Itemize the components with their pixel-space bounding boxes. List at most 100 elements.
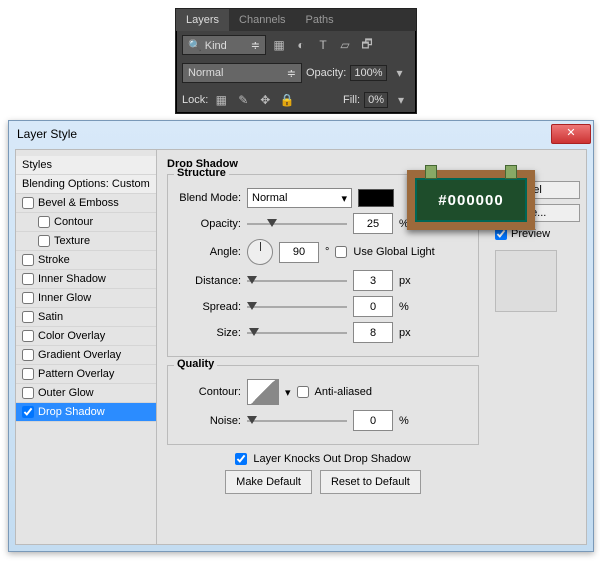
contour-field-label: Contour: <box>176 386 241 398</box>
preview-swatch <box>495 250 557 312</box>
global-light-checkbox[interactable] <box>335 246 347 258</box>
distance-number-input[interactable] <box>353 270 393 291</box>
opacity-field-label: Opacity: <box>176 218 241 230</box>
tab-paths[interactable]: Paths <box>296 9 344 31</box>
blend-mode-text: Normal <box>252 192 287 204</box>
close-button[interactable]: ✕ <box>551 124 591 144</box>
sidebar-item-inner-glow[interactable]: Inner Glow <box>16 289 156 308</box>
sidebar-item-texture[interactable]: Texture <box>16 232 156 251</box>
sidebar-item-pattern-overlay[interactable]: Pattern Overlay <box>16 365 156 384</box>
effect-checkbox[interactable] <box>22 330 34 342</box>
contour-dropdown-icon[interactable]: ▾ <box>285 386 291 399</box>
effect-checkbox[interactable] <box>22 197 34 209</box>
effects-sidebar: Styles Blending Options: Custom Bevel & … <box>16 150 157 544</box>
sidebar-item-contour[interactable]: Contour <box>16 213 156 232</box>
fill-input[interactable]: 0% <box>364 92 388 108</box>
effect-checkbox[interactable] <box>38 216 50 228</box>
opacity-label: Opacity: <box>306 67 346 79</box>
type-filter-icon[interactable]: T <box>314 36 332 54</box>
effect-label: Stroke <box>38 254 70 266</box>
opacity-number-input[interactable] <box>353 213 393 234</box>
make-default-button[interactable]: Make Default <box>225 470 312 494</box>
tab-layers[interactable]: Layers <box>176 9 229 31</box>
effect-checkbox[interactable] <box>22 349 34 361</box>
panel-tabs: Layers Channels Paths <box>176 9 416 31</box>
sidebar-item-bevel-emboss[interactable]: Bevel & Emboss <box>16 194 156 213</box>
knockout-checkbox[interactable] <box>235 453 247 465</box>
effect-label: Outer Glow <box>38 387 94 399</box>
angle-number-input[interactable] <box>279 242 319 263</box>
antialiased-checkbox[interactable] <box>297 386 309 398</box>
global-light-label: Use Global Light <box>353 246 434 258</box>
distance-slider[interactable] <box>247 274 347 288</box>
angle-dial[interactable] <box>247 239 273 265</box>
effect-label: Satin <box>38 311 63 323</box>
sidebar-item-inner-shadow[interactable]: Inner Shadow <box>16 270 156 289</box>
quality-fieldset: Quality Contour: ▾ Anti-aliased Noise: % <box>167 365 479 445</box>
contour-picker[interactable] <box>247 379 279 405</box>
chalkboard-annotation: #000000 <box>407 170 535 230</box>
effect-checkbox[interactable] <box>22 292 34 304</box>
effect-label: Contour <box>54 216 93 228</box>
effect-checkbox[interactable] <box>22 368 34 380</box>
titlebar[interactable]: Layer Style ✕ <box>9 121 593 146</box>
noise-number-input[interactable] <box>353 410 393 431</box>
opacity-slider[interactable] <box>247 217 347 231</box>
sidebar-item-outer-glow[interactable]: Outer Glow <box>16 384 156 403</box>
blend-mode-dropdown[interactable]: Normal▾ <box>247 188 352 208</box>
sidebar-item-satin[interactable]: Satin <box>16 308 156 327</box>
adjustment-filter-icon[interactable]: ◐ <box>292 36 310 54</box>
fill-dropdown-icon[interactable]: ▾ <box>392 91 410 109</box>
structure-legend: Structure <box>174 167 229 179</box>
effect-checkbox[interactable] <box>38 235 50 247</box>
shape-filter-icon[interactable]: ▱ <box>336 36 354 54</box>
pct-unit2: % <box>399 301 409 313</box>
px-unit2: px <box>399 327 411 339</box>
filter-type-select[interactable]: 🔍 Kind≑ <box>182 35 266 55</box>
sidebar-item-gradient-overlay[interactable]: Gradient Overlay <box>16 346 156 365</box>
effect-label: Drop Shadow <box>38 406 105 418</box>
lock-position-icon[interactable]: ✥ <box>256 91 274 109</box>
effect-label: Pattern Overlay <box>38 368 114 380</box>
sidebar-item-drop-shadow[interactable]: Drop Shadow <box>16 403 156 422</box>
spread-number-input[interactable] <box>353 296 393 317</box>
tab-channels[interactable]: Channels <box>229 9 295 31</box>
opacity-input[interactable]: 100% <box>350 65 386 81</box>
distance-field-label: Distance: <box>176 275 241 287</box>
noise-slider[interactable] <box>247 414 347 428</box>
effect-label: Bevel & Emboss <box>38 197 119 209</box>
opacity-value: 100% <box>354 67 382 79</box>
chalkboard-text: #000000 <box>415 178 527 222</box>
effect-checkbox[interactable] <box>22 254 34 266</box>
quality-legend: Quality <box>174 358 217 370</box>
effect-checkbox[interactable] <box>22 387 34 399</box>
shadow-color-swatch[interactable] <box>358 189 394 207</box>
size-field-label: Size: <box>176 327 241 339</box>
effect-label: Gradient Overlay <box>38 349 121 361</box>
reset-default-button[interactable]: Reset to Default <box>320 470 421 494</box>
effect-checkbox[interactable] <box>22 406 34 418</box>
px-unit: px <box>399 275 411 287</box>
size-slider[interactable] <box>247 326 347 340</box>
sidebar-item-stroke[interactable]: Stroke <box>16 251 156 270</box>
antialiased-label: Anti-aliased <box>315 386 372 398</box>
lock-label: Lock: <box>182 94 208 106</box>
spread-slider[interactable] <box>247 300 347 314</box>
size-number-input[interactable] <box>353 322 393 343</box>
blend-mode-select[interactable]: Normal≑ <box>182 63 302 83</box>
opacity-dropdown-icon[interactable]: ▾ <box>391 64 409 82</box>
lock-transparency-icon[interactable]: ▦ <box>212 91 230 109</box>
sidebar-styles-header[interactable]: Styles <box>16 156 156 175</box>
smart-filter-icon[interactable]: 🗗 <box>358 36 376 54</box>
angle-field-label: Angle: <box>176 246 241 258</box>
blend-mode-field-label: Blend Mode: <box>176 192 241 204</box>
sidebar-blending-header[interactable]: Blending Options: Custom <box>16 175 156 194</box>
deg-unit: ° <box>325 246 329 258</box>
lock-all-icon[interactable]: 🔒 <box>278 91 296 109</box>
sidebar-item-color-overlay[interactable]: Color Overlay <box>16 327 156 346</box>
pixel-filter-icon[interactable]: ▦ <box>270 36 288 54</box>
lock-pixels-icon[interactable]: ✎ <box>234 91 252 109</box>
effect-checkbox[interactable] <box>22 273 34 285</box>
effect-checkbox[interactable] <box>22 311 34 323</box>
dialog-title: Layer Style <box>17 127 77 141</box>
